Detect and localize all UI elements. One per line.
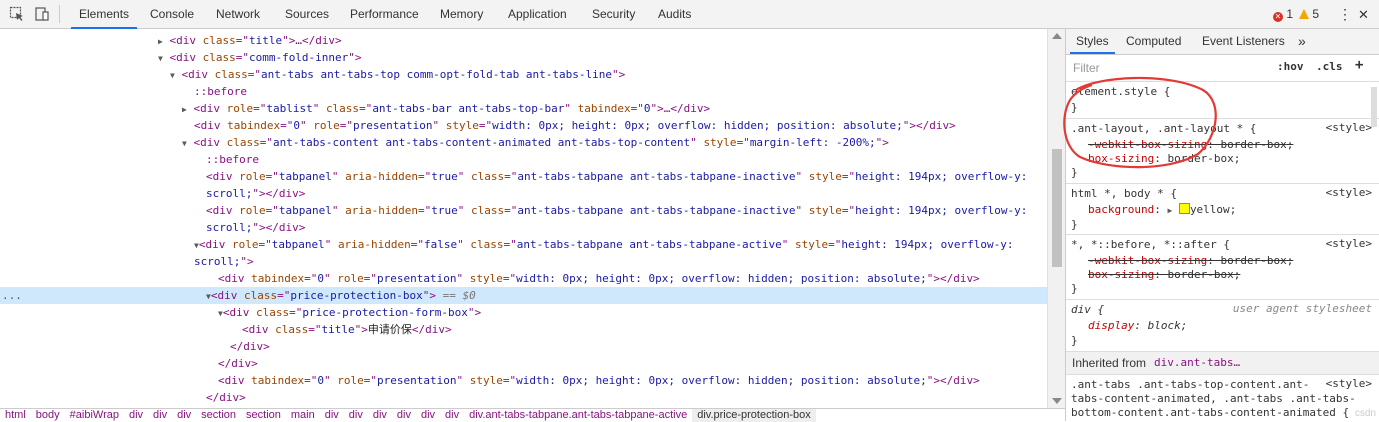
dom-node[interactable]: </div> [0,389,1047,406]
dom-node-cont[interactable]: scroll;"> [0,253,1047,270]
dom-node[interactable]: <div tabindex="0" role="presentation" st… [0,270,1047,287]
expand-shorthand-icon[interactable]: ▶ [1167,206,1172,215]
breadcrumb-item[interactable]: div [124,409,148,422]
breadcrumb-item[interactable]: div.ant-tabs-tabpane.ant-tabs-tabpane-ac… [464,409,692,422]
close-devtools-icon[interactable]: ✕ [1358,0,1369,29]
color-swatch[interactable] [1178,203,1190,214]
device-toolbar-icon[interactable] [34,6,50,22]
styles-filter-input[interactable] [1069,58,1264,77]
dom-node[interactable]: ▶ <div role="tablist" class="ant-tabs-ba… [0,100,1047,117]
watermark: csdn [1354,408,1376,419]
dom-node[interactable]: ▼<div class="price-protection-form-box"> [0,304,1047,321]
scroll-down-icon[interactable] [1052,398,1062,404]
dom-scrollbar[interactable] [1047,29,1066,408]
style-rule[interactable]: div { user agent stylesheet display: blo… [1066,300,1379,352]
scrollbar-thumb[interactable] [1371,87,1377,127]
new-rule-icon[interactable]: + [1355,57,1363,73]
breadcrumb-item[interactable]: section [241,409,286,422]
style-rule[interactable]: .ant-layout, .ant-layout * { <style> -we… [1066,119,1379,184]
dom-node[interactable]: ▼ <div class="ant-tabs ant-tabs-top comm… [0,66,1047,83]
error-count: 1 [1286,7,1294,21]
warning-icon [1299,9,1309,19]
styles-scrollbar[interactable] [1369,81,1379,421]
dom-node[interactable]: ▶ <div class="title">…</div> [0,32,1047,49]
tab-styles[interactable]: Styles [1070,29,1115,54]
scroll-up-icon[interactable] [1052,33,1062,39]
error-counter[interactable]: ✕ 1 [1273,0,1293,29]
rule-source-ua: user agent stylesheet [1232,302,1372,315]
breadcrumb-item[interactable]: section [196,409,241,422]
dom-node[interactable]: <div tabindex="0" role="presentation" st… [0,372,1047,389]
breadcrumb-item[interactable]: div [368,409,392,422]
breadcrumb-item[interactable]: div [392,409,416,422]
style-rule[interactable]: *, *::before, *::after { <style> -webkit… [1066,235,1379,300]
dom-node[interactable]: ▼<div role="tabpanel" aria-hidden="false… [0,236,1047,253]
breadcrumb-item[interactable]: div [148,409,172,422]
warning-counter[interactable]: 5 [1299,0,1319,29]
tab-application[interactable]: Application [508,0,567,29]
dom-node[interactable]: </div> [0,355,1047,372]
tab-computed[interactable]: Computed [1126,29,1181,54]
devtools-toolbar: Elements Console Network Sources Perform… [0,0,1379,29]
breadcrumb-item[interactable]: div [320,409,344,422]
breadcrumb-item[interactable]: div [416,409,440,422]
dom-node-cont[interactable]: scroll;"></div> [0,219,1047,236]
rule-source-link[interactable]: <style> [1326,377,1372,390]
warning-count: 5 [1312,7,1320,21]
tab-network[interactable]: Network [216,0,260,29]
sidebar-tabs: Styles Computed Event Listeners » [1066,29,1379,55]
dom-node-selected[interactable]: ... ▼<div class="price-protection-box"> =… [0,287,1047,304]
more-menu-icon[interactable]: ⋮ [1338,0,1352,29]
breadcrumb-item[interactable]: body [31,409,65,422]
tab-elements[interactable]: Elements [70,0,138,29]
rule-source-link[interactable]: <style> [1326,186,1372,199]
tab-audits[interactable]: Audits [658,0,691,29]
breadcrumb-item[interactable]: html [0,409,31,422]
tab-sources[interactable]: Sources [285,0,329,29]
tab-event-listeners[interactable]: Event Listeners [1202,29,1285,54]
dom-node[interactable]: ▼ <div class="ant-tabs-content ant-tabs-… [0,134,1047,151]
toolbar-separator [59,5,60,23]
dom-pseudo[interactable]: ::before [0,151,1047,168]
tab-security[interactable]: Security [592,0,635,29]
class-toggle[interactable]: .cls [1316,60,1343,73]
dom-node[interactable]: <div role="tabpanel" aria-hidden="true" … [0,168,1047,185]
dom-pseudo[interactable]: ::before [0,83,1047,100]
inherited-header: Inherited from div.ant-tabs… [1066,352,1379,375]
style-rule[interactable]: .ant-tabs .ant-tabs-top-content.ant- <st… [1066,375,1379,421]
styles-pane: Styles Computed Event Listeners » :hov .… [1065,29,1379,421]
breadcrumb-item[interactable]: div.price-protection-box [692,409,816,422]
dom-node-cont[interactable]: scroll;"></div> [0,185,1047,202]
dom-node[interactable]: ▼ <div class="comm-fold-inner"> [0,49,1047,66]
breadcrumb: html body #aibiWrap div div div section section… [0,408,1065,422]
rule-source-link[interactable]: <style> [1326,121,1372,134]
inherited-selector-link[interactable]: div.ant-tabs… [1154,352,1240,374]
styles-filter-bar: :hov .cls + [1066,55,1379,82]
breadcrumb-item[interactable]: #aibiWrap [65,409,124,422]
hover-state-toggle[interactable]: :hov [1277,60,1304,73]
dom-node[interactable]: <div tabindex="0" role="presentation" st… [0,117,1047,134]
tab-console[interactable]: Console [150,0,194,29]
error-icon: ✕ [1273,12,1283,22]
dom-node[interactable]: <div role="tabpanel" aria-hidden="true" … [0,202,1047,219]
breadcrumb-item[interactable]: div [172,409,196,422]
dom-node[interactable]: <div class="title">申请价保</div> [0,321,1047,338]
breadcrumb-item[interactable]: div [440,409,464,422]
elements-dom-tree: ▶ <div class="title">…</div> ▼ <div clas… [0,29,1047,408]
breadcrumb-item[interactable]: main [286,409,320,422]
dom-node[interactable]: </div> [0,338,1047,355]
tab-performance[interactable]: Performance [350,0,419,29]
style-rule[interactable]: element.style { } [1066,82,1379,119]
inspect-element-icon[interactable] [9,6,25,22]
scrollbar-thumb[interactable] [1052,149,1062,267]
breadcrumb-item[interactable]: div [344,409,368,422]
rule-source-link[interactable]: <style> [1326,237,1372,250]
tab-memory[interactable]: Memory [440,0,483,29]
style-rule[interactable]: html *, body * { <style> background: ▶ y… [1066,184,1379,235]
more-tabs-icon[interactable]: » [1298,29,1306,54]
